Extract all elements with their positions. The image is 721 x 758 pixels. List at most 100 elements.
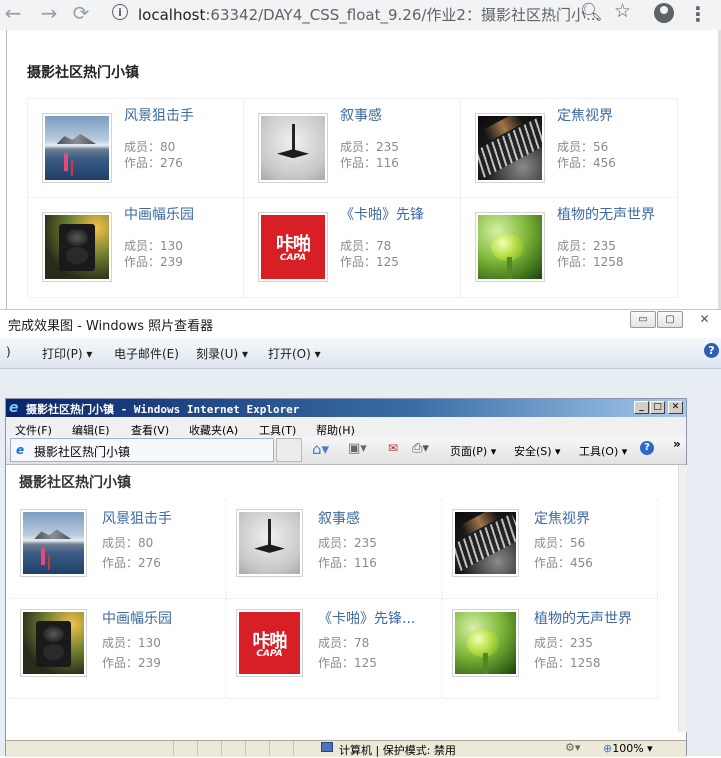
works-stat: 作品： 1258: [557, 254, 624, 270]
works-count: 125: [354, 656, 377, 670]
community-name[interactable]: 定焦视界: [557, 105, 675, 125]
member-count: 78: [354, 636, 370, 650]
community-name[interactable]: 定焦视界: [534, 508, 652, 528]
community-card[interactable]: 叙事感 成员： 235 作品： 116: [226, 499, 442, 599]
works-label: 作品：: [318, 556, 355, 570]
community-name[interactable]: 《卡啪》先锋...: [318, 608, 436, 628]
viewer-menu-burn[interactable]: 刻录(U) ▾: [196, 345, 248, 362]
community-card[interactable]: 风景狙击手 成员： 80 作品： 276: [27, 98, 244, 198]
community-name[interactable]: 中画幅乐园: [124, 204, 242, 224]
viewer-menu-open[interactable]: 打开(O) ▾: [268, 345, 321, 362]
viewer-menu-email[interactable]: 电子邮件(E): [114, 345, 179, 362]
ie-maximize-button: □: [650, 401, 665, 414]
community-card[interactable]: 风景狙击手 成员： 80 作品： 276: [10, 499, 226, 599]
address-url[interactable]: localhost:63342/DAY4_CSS_float_9.26/作业2：…: [138, 4, 600, 25]
community-thumbnail[interactable]: [475, 212, 545, 282]
community-name[interactable]: 《卡啪》先锋: [340, 204, 458, 224]
community-card[interactable]: 中画幅乐园 成员： 130 作品： 239: [10, 599, 226, 699]
community-name[interactable]: 风景狙击手: [102, 508, 220, 528]
maximize-button[interactable]: ▢: [657, 311, 683, 328]
community-thumbnail[interactable]: [475, 113, 545, 183]
menu-icon[interactable]: ⋮: [688, 2, 708, 26]
zoom-level: ⊕100% ▾: [603, 742, 653, 755]
lens-image: [478, 116, 542, 180]
community-name[interactable]: 风景狙击手: [124, 105, 242, 125]
member-stat: 成员： 130: [124, 238, 183, 254]
info-icon[interactable]: i: [112, 4, 128, 20]
member-count: 130: [138, 636, 161, 650]
ie-window-title: 摄影社区热门小镇 - Windows Internet Explorer: [26, 403, 300, 416]
reload-icon[interactable]: ⟳: [68, 2, 94, 26]
status-cell: [173, 741, 197, 756]
community-thumbnail[interactable]: [258, 113, 328, 183]
viewer-menu-prev[interactable]: ): [6, 345, 11, 359]
community-card[interactable]: 植物的无声世界 成员： 235 作品： 1258: [461, 198, 678, 298]
community-name[interactable]: 植物的无声世界: [534, 608, 652, 628]
works-count: 276: [138, 556, 161, 570]
minimize-button[interactable]: ▭: [630, 311, 656, 328]
community-thumbnail[interactable]: [42, 113, 112, 183]
works-count: 456: [570, 556, 593, 570]
community-thumbnail[interactable]: [452, 509, 519, 577]
window-edge: [6, 30, 7, 320]
works-count: 456: [593, 156, 616, 170]
member-count: 235: [354, 536, 377, 550]
zoom-icon[interactable]: 🔍︎: [580, 2, 603, 23]
community-card[interactable]: 植物的无声世界 成员： 235 作品： 1258: [442, 599, 658, 699]
star-icon[interactable]: ☆: [614, 0, 631, 22]
ie-page-menu: 页面(P) ▾: [450, 445, 497, 458]
ie-menu-favorites: 收藏夹(A): [189, 424, 239, 437]
works-label: 作品：: [340, 255, 377, 269]
forward-icon[interactable]: →: [36, 2, 62, 26]
works-count: 1258: [570, 656, 601, 670]
community-thumbnail[interactable]: [20, 509, 87, 577]
profile-icon[interactable]: [654, 3, 674, 23]
member-count: 235: [376, 140, 399, 154]
ie-menu-file: 文件(F): [15, 424, 52, 437]
works-stat: 作品： 456: [534, 553, 593, 573]
works-label: 作品：: [124, 255, 161, 269]
member-label: 成员：: [124, 140, 161, 154]
works-stat: 作品： 125: [340, 254, 399, 270]
member-stat: 成员： 56: [534, 533, 585, 553]
community-name[interactable]: 叙事感: [318, 508, 436, 528]
community-card[interactable]: 定焦视界成员： 56 作品： 456: [442, 499, 658, 599]
community-name[interactable]: 中画幅乐园: [102, 608, 220, 628]
community-thumbnail[interactable]: [236, 509, 303, 577]
help-icon[interactable]: ?: [704, 343, 719, 358]
community-card[interactable]: 咔啪 CAPA 《卡啪》先锋... 成员： 78 作品： 125: [226, 599, 442, 699]
member-count: 130: [160, 239, 183, 253]
works-stat: 作品： 125: [318, 653, 377, 673]
community-thumbnail[interactable]: [42, 212, 112, 282]
community-name[interactable]: 叙事感: [340, 105, 458, 125]
community-grid: 风景狙击手 成员： 80 作品： 276 叙事感 成员： 235 作品： 116 定焦视界 成员： 56…: [27, 98, 678, 298]
member-count: 78: [376, 239, 392, 253]
ie-tools-menu: 工具(O) ▾: [579, 445, 628, 458]
community-thumbnail[interactable]: 咔啪 CAPA: [236, 609, 303, 677]
community-name[interactable]: 植物的无声世界: [557, 204, 675, 224]
back-icon[interactable]: ←: [0, 2, 26, 26]
lens-image: [455, 512, 516, 574]
ie-page-icon: e: [16, 443, 25, 457]
viewer-menu-print[interactable]: 打印(P) ▾: [42, 345, 92, 362]
community-card[interactable]: 定焦视界成员： 56 作品： 456: [461, 98, 678, 198]
member-stat: 成员： 130: [102, 633, 161, 653]
community-thumbnail[interactable]: [452, 609, 519, 677]
member-count: 56: [593, 140, 609, 154]
sniper-image: [23, 512, 84, 574]
community-card[interactable]: 中画幅乐园 成员： 130 作品： 239: [27, 198, 244, 298]
feed-icon: ▣▾: [348, 441, 367, 456]
member-stat: 成员： 56: [557, 139, 608, 155]
works-label: 作品：: [124, 156, 161, 170]
community-card[interactable]: 叙事感 成员： 235 作品： 116: [244, 98, 461, 198]
zoom-value: 100%: [612, 742, 644, 755]
community-thumbnail[interactable]: [20, 609, 87, 677]
member-count: 235: [570, 636, 593, 650]
community-thumbnail[interactable]: 咔啪 CAPA: [258, 212, 328, 282]
close-button[interactable]: ✕: [688, 311, 721, 328]
camera-image: [23, 612, 84, 674]
works-label: 作品：: [557, 255, 594, 269]
community-card[interactable]: 咔啪 CAPA 《卡啪》先锋 成员： 78 作品： 125: [244, 198, 461, 298]
ie-close-button: ✕: [668, 401, 683, 414]
works-stat: 作品： 456: [557, 155, 616, 171]
